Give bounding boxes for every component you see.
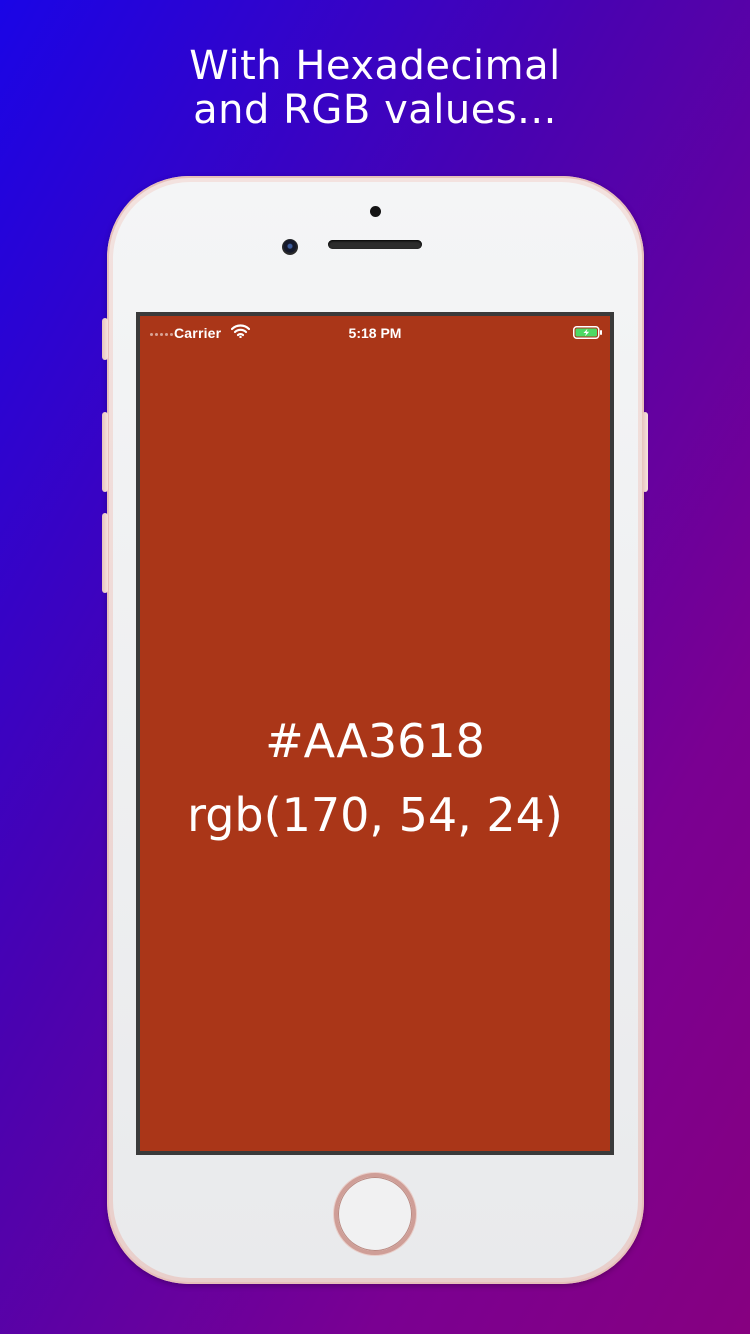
mute-switch: [102, 318, 108, 360]
headline-line-1: With Hexadecimal: [189, 43, 561, 89]
power-button: [642, 412, 648, 492]
earpiece-speaker: [328, 240, 422, 249]
color-values: #AA3618 rgb(170, 54, 24): [140, 704, 610, 852]
front-camera-icon: [282, 239, 298, 255]
battery-charging-icon: [573, 326, 602, 339]
headline-line-2: and RGB values...: [193, 87, 557, 133]
home-button[interactable]: [334, 1173, 416, 1255]
proximity-sensor: [370, 206, 381, 217]
status-time: 5:18 PM: [348, 325, 402, 341]
rgb-value: rgb(170, 54, 24): [187, 788, 563, 842]
volume-down-button: [102, 513, 108, 593]
hex-value: #AA3618: [265, 714, 485, 768]
phone-screen: Carrier 5:18 PM #AA3618 rgb(170, 54, 24): [136, 312, 614, 1155]
volume-up-button: [102, 412, 108, 492]
status-bar: Carrier 5:18 PM: [140, 316, 610, 348]
headline: With Hexadecimal and RGB values...: [0, 44, 750, 132]
